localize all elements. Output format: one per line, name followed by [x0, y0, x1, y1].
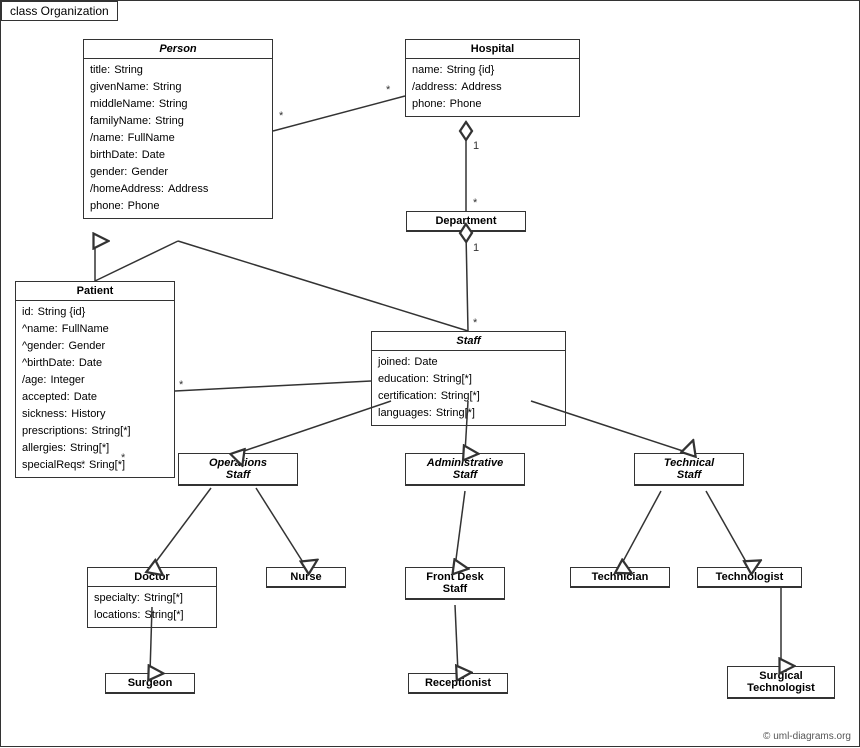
svg-text:1: 1 [473, 242, 479, 254]
class-receptionist: Receptionist [408, 673, 508, 694]
class-hospital: Hospital name:String {id} /address:Addre… [405, 39, 580, 117]
class-technical-staff: Technical Staff [634, 453, 744, 486]
class-surgeon-header: Surgeon [106, 674, 194, 693]
class-operations-staff-header: Operations Staff [179, 454, 297, 485]
class-receptionist-header: Receptionist [409, 674, 507, 693]
class-hospital-header: Hospital [406, 40, 579, 59]
class-nurse-header: Nurse [267, 568, 345, 587]
svg-text:*: * [473, 197, 478, 209]
class-department: Department [406, 211, 526, 232]
class-person-header: Person [84, 40, 272, 59]
class-department-header: Department [407, 212, 525, 231]
class-staff-header: Staff [372, 332, 565, 351]
class-doctor-header: Doctor [88, 568, 216, 587]
svg-text:*: * [279, 110, 284, 122]
class-operations-staff: Operations Staff [178, 453, 298, 486]
class-technologist: Technologist [697, 567, 802, 588]
class-patient-header: Patient [16, 282, 174, 301]
class-surgical-technologist: Surgical Technologist [727, 666, 835, 699]
class-administrative-staff: Administrative Staff [405, 453, 525, 486]
class-hospital-body: name:String {id} /address:Address phone:… [406, 59, 579, 116]
diagram-title: class Organization [1, 1, 118, 21]
svg-text:1: 1 [473, 140, 479, 152]
class-front-desk-staff: Front Desk Staff [405, 567, 505, 600]
class-technical-staff-header: Technical Staff [635, 454, 743, 485]
class-surgeon: Surgeon [105, 673, 195, 694]
class-surgical-technologist-header: Surgical Technologist [728, 667, 834, 698]
class-doctor: Doctor specialty:String[*] locations:Str… [87, 567, 217, 628]
class-patient-body: id:String {id} ^name:FullName ^gender:Ge… [16, 301, 174, 477]
svg-text:*: * [179, 379, 184, 391]
class-patient: Patient id:String {id} ^name:FullName ^g… [15, 281, 175, 478]
class-doctor-body: specialty:String[*] locations:String[*] [88, 587, 216, 627]
class-staff: Staff joined:Date education:String[*] ce… [371, 331, 566, 426]
class-technician-header: Technician [571, 568, 669, 587]
class-nurse: Nurse [266, 567, 346, 588]
class-person-body: title:String givenName:String middleName… [84, 59, 272, 218]
class-staff-body: joined:Date education:String[*] certific… [372, 351, 565, 425]
class-technologist-header: Technologist [698, 568, 801, 587]
class-person: Person title:String givenName:String mid… [83, 39, 273, 219]
svg-text:*: * [473, 317, 478, 329]
class-front-desk-staff-header: Front Desk Staff [406, 568, 504, 599]
class-technician: Technician [570, 567, 670, 588]
svg-text:*: * [386, 84, 391, 96]
copyright: © uml-diagrams.org [763, 731, 851, 742]
class-administrative-staff-header: Administrative Staff [406, 454, 524, 485]
diagram-container: class Organization Person title:String g… [0, 0, 860, 747]
